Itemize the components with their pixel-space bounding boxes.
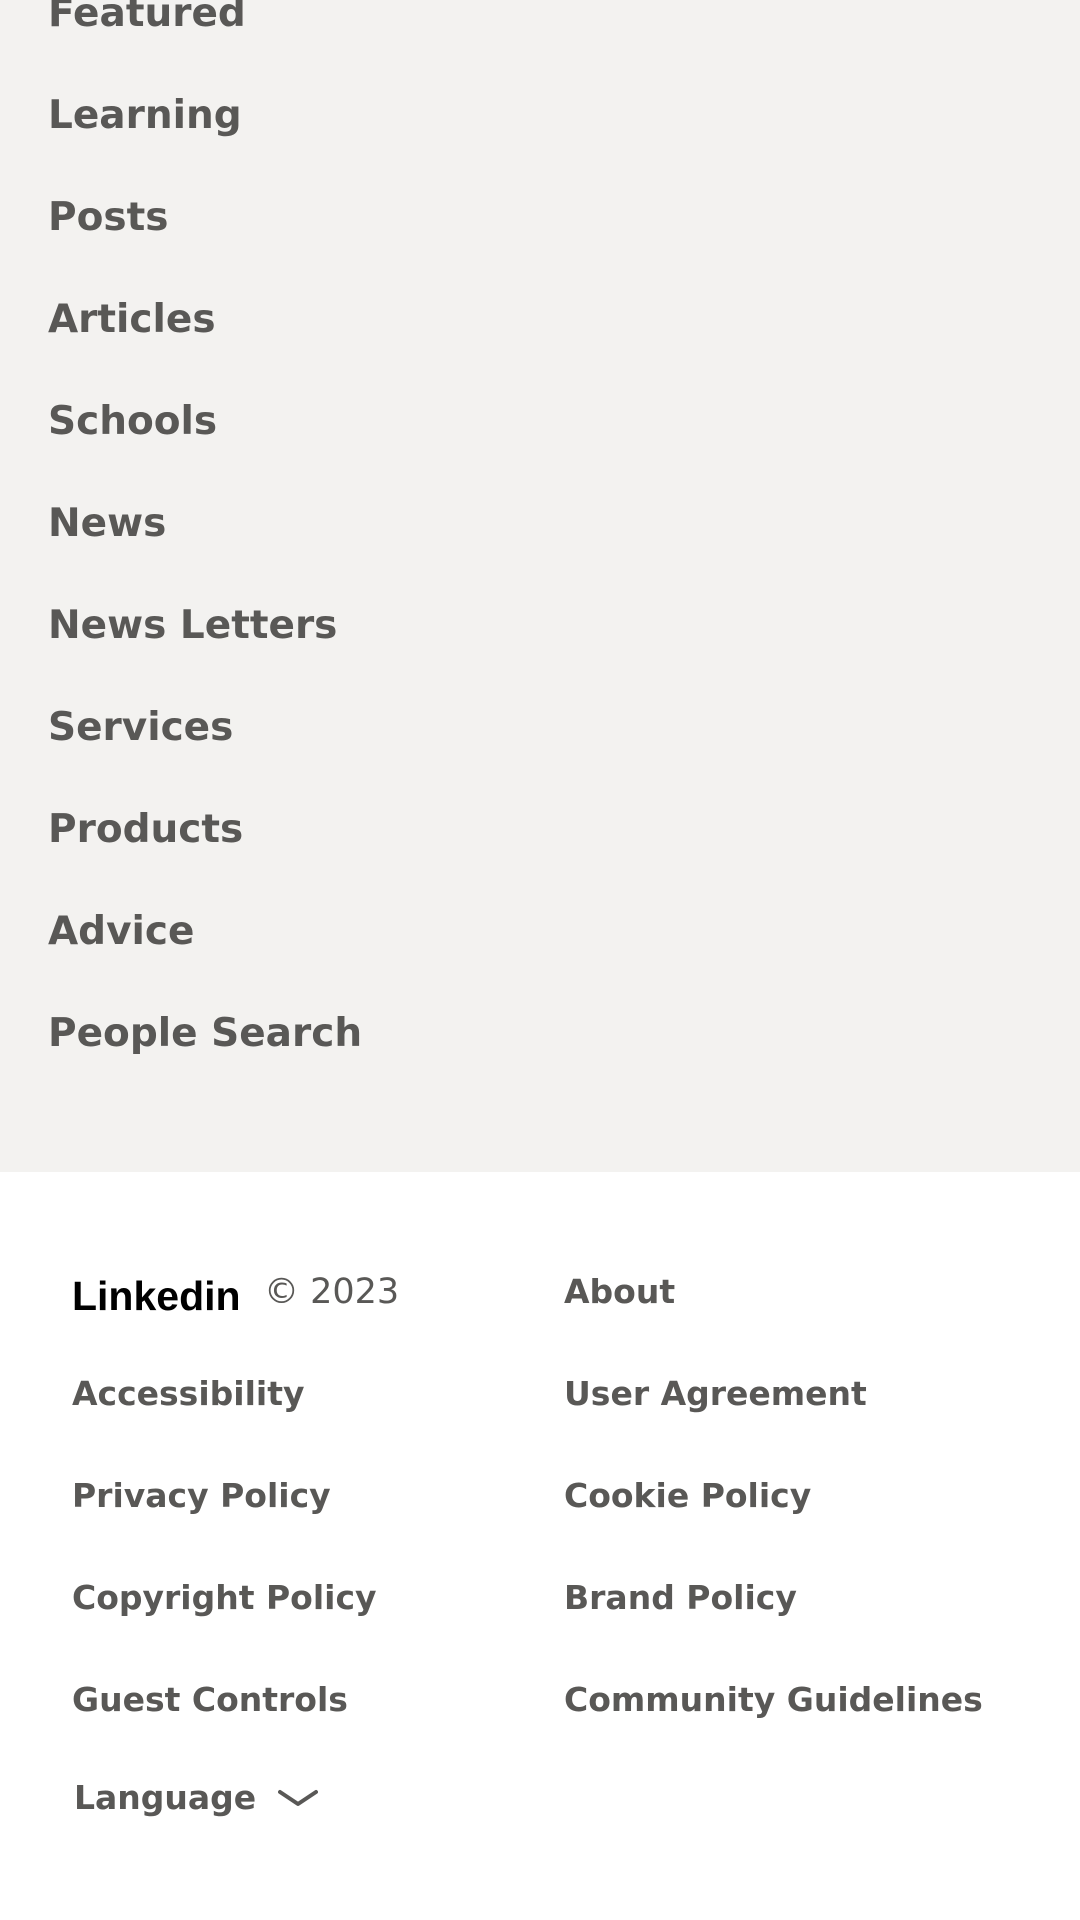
footer-link-brand-policy[interactable]: Brand Policy (564, 1578, 797, 1618)
nav-item-news[interactable]: News (48, 500, 166, 548)
footer-link-user-agreement[interactable]: User Agreement (564, 1374, 867, 1414)
chevron-down-icon (278, 1790, 319, 1806)
footer-link-cookie-policy[interactable]: Cookie Policy (564, 1476, 811, 1516)
logo-wordmark: Linkedin (72, 1273, 241, 1316)
footer-link-privacy-policy[interactable]: Privacy Policy (72, 1476, 331, 1516)
footer-link-community-guidelines[interactable]: Community Guidelines (564, 1680, 983, 1720)
nav-item-news-letters[interactable]: News Letters (48, 602, 337, 650)
nav-item-learning[interactable]: Learning (48, 92, 242, 140)
footer-link-accessibility[interactable]: Accessibility (72, 1374, 304, 1414)
footer-link-guest-controls[interactable]: Guest Controls (72, 1680, 348, 1720)
language-selector[interactable]: Language (74, 1778, 319, 1818)
nav-item-schools[interactable]: Schools (48, 398, 217, 446)
nav-item-people-search[interactable]: People Search (48, 1010, 362, 1058)
copyright-text: © 2023 (264, 1272, 400, 1312)
footer-link-copyright-policy[interactable]: Copyright Policy (72, 1578, 377, 1618)
nav-item-featured[interactable]: Featured (48, 0, 246, 38)
language-label: Language (74, 1778, 257, 1817)
explore-nav: Featured Learning Posts Articles Schools… (0, 0, 1080, 1172)
nav-item-services[interactable]: Services (48, 704, 233, 752)
nav-item-advice[interactable]: Advice (48, 908, 194, 956)
nav-item-products[interactable]: Products (48, 806, 243, 854)
nav-item-articles[interactable]: Articles (48, 296, 216, 344)
footer-link-about[interactable]: About (564, 1272, 675, 1312)
nav-item-posts[interactable]: Posts (48, 194, 168, 242)
linkedin-logo[interactable]: Linkedin (72, 1272, 242, 1316)
